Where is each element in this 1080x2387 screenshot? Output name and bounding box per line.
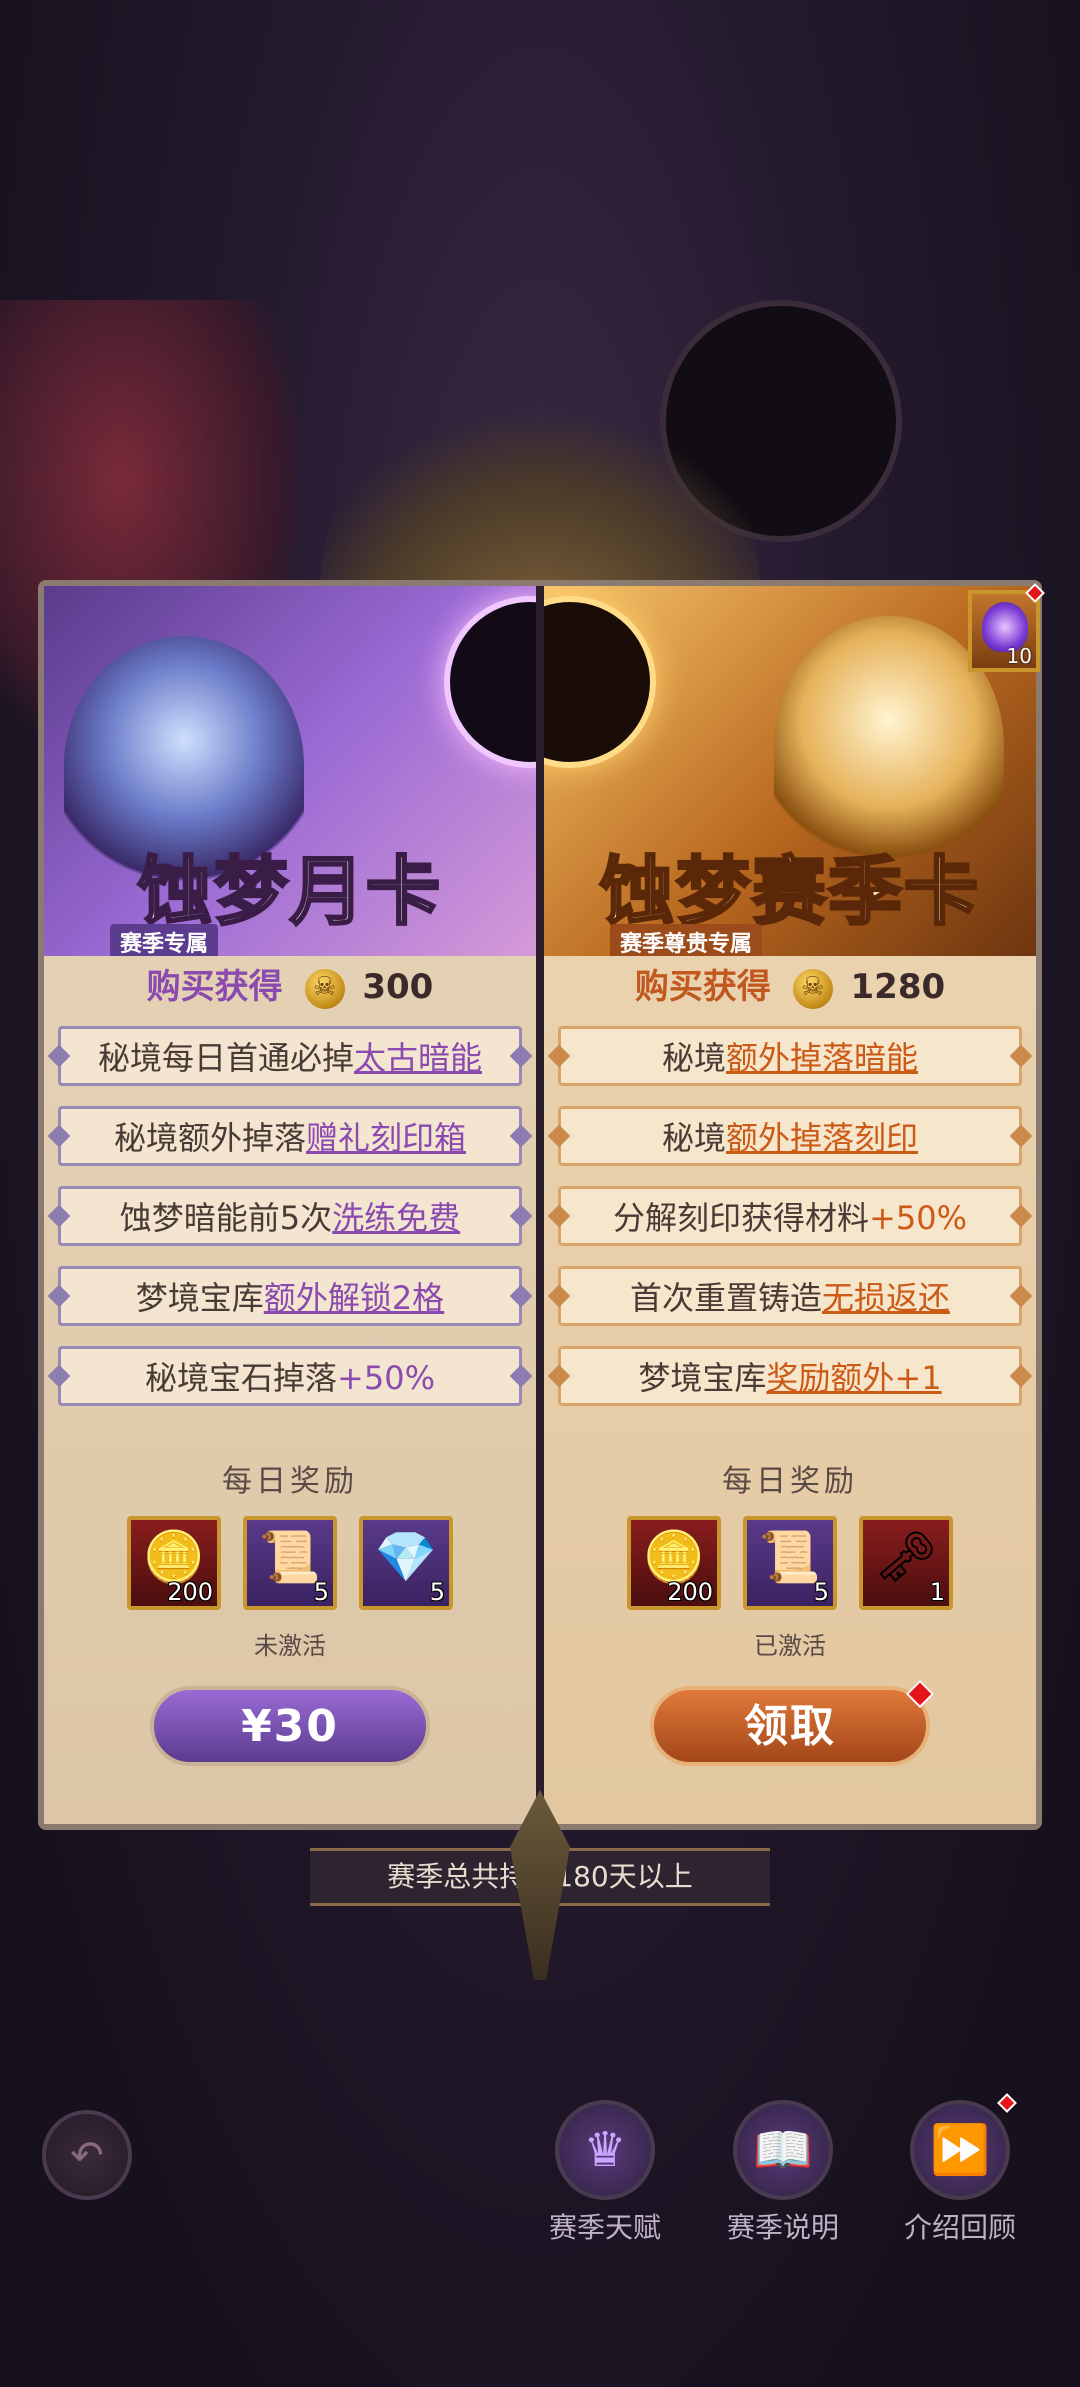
replay-icon: ⏩ — [910, 2100, 1010, 2200]
nav-label: 介绍回顾 — [903, 2211, 1016, 2244]
card-subtitle: 赛季专属 — [110, 924, 219, 956]
benefit-text: 分解刻印获得材料 — [613, 1199, 870, 1237]
benefit-item: 蚀梦暗能前5次洗练免费 — [58, 1186, 522, 1246]
benefit-list: 秘境额外掉落暗能 秘境额外掉落刻印 分解刻印获得材料+50% 首次重置铸造无损返… — [558, 1026, 1022, 1426]
activation-status: 已激活 — [754, 1632, 826, 1660]
reward-count: 5 — [813, 1578, 829, 1606]
reward-count: 5 — [429, 1578, 445, 1606]
eclipse-icon — [444, 596, 536, 768]
benefit-text: 秘境 — [661, 1119, 726, 1157]
purchase-amount: 1280 — [850, 967, 946, 1007]
card-title: 蚀梦月卡 — [137, 848, 442, 937]
monthly-card-panel: 蚀梦月卡 赛季专属 购买获得 300 秘境每日首通必掉太古暗能 秘境额外掉落赠礼… — [44, 586, 536, 1824]
season-info-button[interactable]: 📖 赛季说明 — [723, 2100, 843, 2246]
purchase-label: 购买获得 — [634, 967, 771, 1007]
benefit-text: 秘境 — [661, 1039, 726, 1077]
benefit-text: 秘境宝石掉落 — [145, 1359, 338, 1397]
benefit-text: 秘境额外掉落 — [113, 1119, 306, 1157]
card-title: 蚀梦赛季卡 — [599, 848, 980, 937]
benefit-item: 秘境额外掉落暗能 — [558, 1026, 1022, 1086]
benefit-item: 秘境宝石掉落+50% — [58, 1346, 522, 1406]
skull-coin-icon — [304, 968, 345, 1009]
corner-reward-item[interactable]: 10 — [968, 583, 1045, 672]
benefit-text: 秘境每日首通必掉 — [97, 1039, 354, 1077]
benefit-highlight[interactable]: 奖励额外+1 — [766, 1359, 941, 1397]
claim-button[interactable]: 领取 — [650, 1679, 935, 1766]
buy-button[interactable]: ¥30 — [150, 1686, 430, 1766]
season-card-art: 蚀梦赛季卡 赛季尊贵专属 — [544, 586, 1036, 956]
daily-reward-label: 每日奖励 — [222, 1464, 358, 1499]
reward-slot[interactable]: 📜 5 — [743, 1516, 837, 1610]
eclipse-icon — [544, 596, 656, 768]
benefit-highlight[interactable]: 洗练免费 — [332, 1199, 460, 1237]
benefit-highlight: +50% — [869, 1199, 967, 1237]
benefit-item: 秘境额外掉落赠礼刻印箱 — [58, 1106, 522, 1166]
talent-icon: ♛ — [555, 2100, 655, 2200]
reward-count: 200 — [667, 1578, 713, 1606]
info-icon: 📖 — [733, 2100, 833, 2200]
purchase-amount: 300 — [362, 967, 434, 1007]
purchase-label: 购买获得 — [146, 967, 283, 1007]
daily-rewards: 🪙 200 📜 5 💎 5 — [44, 1516, 536, 1610]
benefit-item: 梦境宝库额外解锁2格 — [58, 1266, 522, 1326]
nav-label: 赛季说明 — [726, 2211, 839, 2244]
benefit-list: 秘境每日首通必掉太古暗能 秘境额外掉落赠礼刻印箱 蚀梦暗能前5次洗练免费 梦境宝… — [58, 1026, 522, 1426]
benefit-text: 首次重置铸造 — [629, 1279, 822, 1317]
season-card-title-banner: 蚀梦赛季卡 赛季尊贵专属 — [570, 824, 1010, 956]
benefit-highlight[interactable]: 无损返还 — [822, 1279, 950, 1317]
reward-count: 5 — [313, 1578, 329, 1606]
purchase-reward: 购买获得 300 — [44, 959, 536, 1009]
reward-slot[interactable]: 🗝 1 — [859, 1516, 953, 1610]
notification-dot — [997, 2093, 1017, 2113]
reward-slot[interactable]: 💎 5 — [359, 1516, 453, 1610]
benefit-item: 秘境额外掉落刻印 — [558, 1106, 1022, 1166]
skull-coin-icon — [792, 968, 833, 1009]
purchase-reward: 购买获得 1280 — [544, 959, 1036, 1009]
reward-slot[interactable]: 📜 5 — [243, 1516, 337, 1610]
benefit-highlight[interactable]: 太古暗能 — [354, 1039, 482, 1077]
back-button[interactable]: ↶ — [42, 2110, 132, 2200]
card-subtitle: 赛季尊贵专属 — [610, 924, 763, 956]
benefit-item: 秘境每日首通必掉太古暗能 — [58, 1026, 522, 1086]
benefit-text: 蚀梦暗能前5次 — [119, 1199, 333, 1237]
card-frame: 蚀梦月卡 赛季专属 购买获得 300 秘境每日首通必掉太古暗能 秘境额外掉落赠礼… — [38, 580, 1042, 1830]
reward-count: 1 — [929, 1578, 945, 1606]
reward-slot[interactable]: 🪙 200 — [627, 1516, 721, 1610]
benefit-item: 梦境宝库奖励额外+1 — [558, 1346, 1022, 1406]
monthly-card-title-banner: 蚀梦月卡 赛季专属 — [70, 824, 510, 956]
activation-status: 未激活 — [254, 1632, 326, 1660]
monthly-card-art: 蚀梦月卡 赛季专属 — [44, 586, 536, 956]
benefit-text: 梦境宝库 — [638, 1359, 767, 1397]
nav-label: 赛季天赋 — [548, 2211, 661, 2244]
season-talent-button[interactable]: ♛ 赛季天赋 — [545, 2100, 665, 2246]
notification-dot — [905, 1679, 935, 1709]
reward-count: 200 — [167, 1578, 213, 1606]
season-card-panel: 蚀梦赛季卡 赛季尊贵专属 购买获得 1280 秘境额外掉落暗能 秘境额外掉落刻印… — [544, 586, 1036, 1824]
benefit-highlight[interactable]: 额外解锁2格 — [264, 1279, 444, 1317]
benefit-highlight[interactable]: 额外掉落暗能 — [726, 1039, 918, 1077]
reward-slot[interactable]: 🪙 200 — [127, 1516, 221, 1610]
benefit-item: 首次重置铸造无损返还 — [558, 1266, 1022, 1326]
item-count: 10 — [1006, 644, 1032, 668]
benefit-item: 分解刻印获得材料+50% — [558, 1186, 1022, 1246]
daily-reward-label: 每日奖励 — [722, 1464, 858, 1499]
benefit-highlight[interactable]: 额外掉落刻印 — [726, 1119, 918, 1157]
benefit-text: 梦境宝库 — [135, 1279, 264, 1317]
back-arrow-icon: ↶ — [42, 2110, 132, 2200]
benefit-highlight: +50% — [337, 1359, 435, 1397]
intro-review-button[interactable]: ⏩ 介绍回顾 — [900, 2093, 1020, 2246]
daily-rewards: 🪙 200 📜 5 🗝 1 — [544, 1516, 1036, 1610]
claim-button-label: 领取 — [744, 1701, 836, 1752]
benefit-highlight[interactable]: 赠礼刻印箱 — [306, 1119, 466, 1157]
